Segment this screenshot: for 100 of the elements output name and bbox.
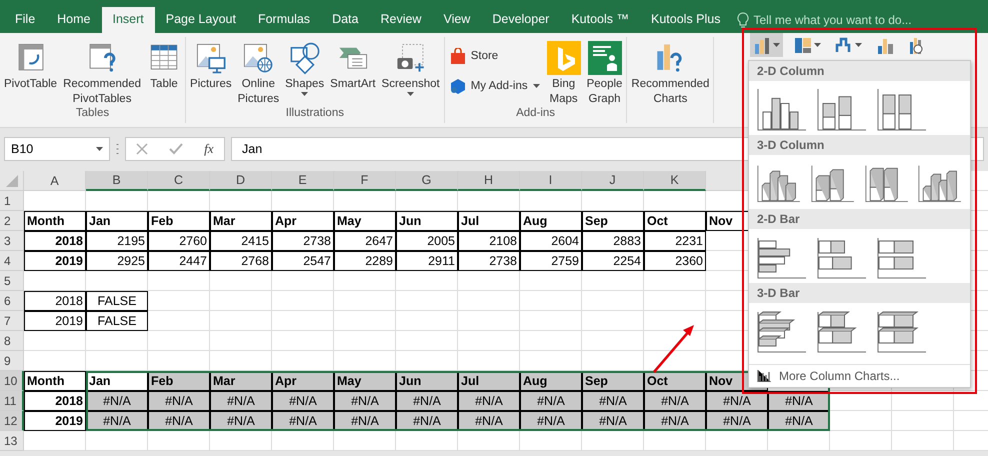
bar-chart-icon[interactable] (877, 237, 927, 279)
more-charts-item[interactable]: More Column Charts... (749, 364, 970, 387)
ribbon-tab[interactable]: Insert (102, 7, 155, 33)
row-header[interactable]: 8 (0, 331, 24, 351)
ribbon-tab[interactable]: Page Layout (154, 7, 247, 33)
row-header[interactable]: 12 (0, 411, 24, 431)
ribbon-tab[interactable]: Review (369, 7, 432, 33)
caret-icon[interactable] (532, 84, 540, 88)
row-header[interactable]: 1 (0, 191, 24, 211)
bar-chart-icon[interactable] (757, 237, 807, 279)
ribbon-tab[interactable]: Kutools Plus (640, 7, 732, 33)
ribbon-button[interactable]: Recommended Charts (629, 41, 712, 107)
ribbon-button[interactable]: Bing Maps (544, 41, 583, 107)
ribbon-tab[interactable]: File (4, 7, 46, 33)
people-graph-icon (588, 41, 622, 75)
row-header[interactable]: 9 (0, 351, 24, 371)
row-header[interactable]: 2 (0, 211, 24, 231)
column-chart-icon[interactable] (810, 163, 854, 205)
column-header[interactable]: D (210, 171, 272, 191)
table-cell: Jun (396, 371, 458, 391)
column-chart-icon[interactable] (877, 89, 927, 131)
table-cell: 2018 (24, 291, 86, 311)
table-cell: Sep (582, 371, 644, 391)
table-cell: #N/A (644, 411, 706, 431)
column-header[interactable]: B (86, 171, 148, 191)
column-header[interactable]: A (24, 171, 86, 191)
tell-me-search[interactable]: Tell me what you want to do... (737, 7, 912, 33)
waterfall-chart-icon (835, 36, 853, 54)
ribbon-button[interactable]: Shapes (283, 41, 326, 96)
column-chart-icon[interactable] (864, 163, 908, 205)
table-cell: #N/A (148, 411, 210, 431)
table-cell: FALSE (86, 311, 148, 331)
row-header[interactable]: 11 (0, 391, 24, 411)
caret-icon[interactable] (814, 43, 821, 47)
table-cell: #N/A (706, 411, 768, 431)
column-header[interactable]: I (520, 171, 582, 191)
ribbon-tab[interactable]: Data (321, 7, 370, 33)
table-cell: 2447 (148, 251, 210, 271)
bar-chart-icon[interactable] (817, 237, 867, 279)
column-header[interactable]: G (396, 171, 458, 191)
row-header[interactable]: 7 (0, 311, 24, 331)
ribbon-tab[interactable]: Home (46, 7, 102, 33)
ribbon-button[interactable]: People Graph (584, 41, 624, 107)
ribbon-button[interactable]: Table (145, 41, 184, 92)
column-chart-icon[interactable] (757, 89, 807, 131)
table-cell: #N/A (334, 411, 396, 431)
table-cell: Month (24, 211, 86, 231)
name-box[interactable]: B10 (4, 137, 110, 161)
table-cell: 2925 (86, 251, 148, 271)
ribbon-tab[interactable]: View (432, 7, 482, 33)
ribbon-button[interactable]: Pictures (188, 41, 234, 92)
column-chart-icon[interactable] (757, 163, 801, 205)
column-header[interactable]: J (582, 171, 644, 191)
check-icon[interactable] (169, 143, 184, 155)
section-heading: 3-D Column (749, 135, 970, 155)
row-header[interactable]: 5 (0, 271, 24, 291)
chart-type-button[interactable] (750, 33, 783, 57)
row-header[interactable]: 3 (0, 231, 24, 251)
column-header[interactable]: E (272, 171, 334, 191)
group-label: Tables (76, 107, 110, 121)
table-cell: #N/A (396, 411, 458, 431)
table-cell: May (334, 371, 396, 391)
group-label: Add-ins (516, 107, 556, 121)
column-header[interactable]: C (148, 171, 210, 191)
caret-icon[interactable] (301, 92, 308, 96)
ribbon-tab[interactable]: Formulas (246, 7, 322, 33)
bar-chart-icon[interactable] (757, 311, 807, 353)
section-heading: 2-D Column (749, 61, 970, 81)
ribbon-button[interactable]: Store (446, 43, 543, 69)
column-header[interactable]: K (644, 171, 706, 191)
ribbon-button[interactable]: SmartArt (328, 41, 378, 92)
column-header[interactable]: H (458, 171, 520, 191)
column-header[interactable]: F (334, 171, 396, 191)
table-cell: #N/A (582, 411, 644, 431)
ribbon-button[interactable]: My Add-ins (446, 73, 543, 99)
ribbon-button[interactable]: PivotTable (2, 41, 60, 92)
bar-chart-icon[interactable] (817, 311, 867, 353)
caret-icon[interactable] (855, 43, 862, 47)
table-cell: 2768 (210, 251, 272, 271)
table-cell: #N/A (644, 391, 706, 411)
row-header[interactable]: 4 (0, 251, 24, 271)
bar-chart-icon[interactable] (877, 311, 927, 353)
column-chart-icon[interactable] (918, 163, 962, 205)
row-header[interactable]: 10 (0, 371, 24, 391)
table-cell: 2018 (24, 391, 86, 411)
ribbon-tab[interactable]: Kutools ™ (560, 7, 640, 33)
caret-icon[interactable] (96, 147, 103, 151)
table-cell: #N/A (458, 391, 520, 411)
ribbon-button[interactable]: Screenshot (380, 41, 442, 96)
caret-icon[interactable] (407, 92, 414, 96)
ribbon-button[interactable]: Recommended PivotTables (61, 41, 144, 107)
column-chart-icon[interactable] (817, 89, 867, 131)
table-cell: Jul (458, 211, 520, 231)
ribbon-button[interactable]: Online Pictures (236, 41, 282, 107)
ribbon-tab[interactable]: Developer (481, 7, 560, 33)
row-header[interactable]: 6 (0, 291, 24, 311)
row-header[interactable]: 13 (0, 431, 24, 451)
insert-function-button[interactable]: fx (204, 141, 214, 157)
table-cell: Feb (148, 371, 210, 391)
caret-icon[interactable] (773, 43, 780, 47)
